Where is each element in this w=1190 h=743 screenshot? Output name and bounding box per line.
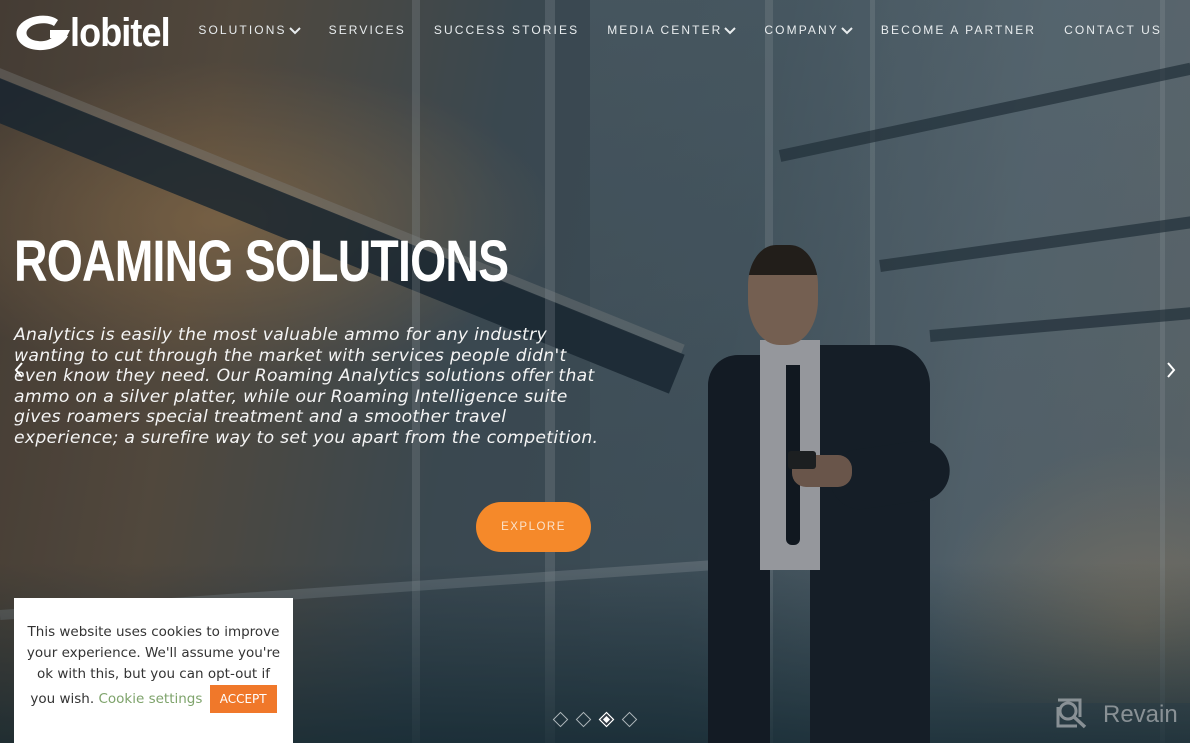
chevron-down-icon xyxy=(288,25,301,35)
slider-dot-3-active[interactable] xyxy=(598,711,615,728)
chevron-down-icon xyxy=(841,25,853,35)
chevron-left-icon xyxy=(12,362,26,384)
nav-item-media-center[interactable]: MEDIA CENTER xyxy=(607,23,737,37)
nav-label: SERVICES xyxy=(328,23,406,37)
nav-item-solutions[interactable]: SOLUTIONS xyxy=(198,23,301,37)
cookie-banner: This website uses cookies to improve you… xyxy=(14,598,293,743)
slider-prev-button[interactable] xyxy=(12,360,26,380)
nav-label: SOLUTIONS xyxy=(198,23,287,37)
logo-wordmark: lobitel xyxy=(70,11,171,55)
slider-dot-2[interactable] xyxy=(575,711,592,728)
slider-dot-4[interactable] xyxy=(621,711,638,728)
slide-title: ROAMING SOLUTIONS xyxy=(14,229,509,294)
slider-dot-1[interactable] xyxy=(552,711,569,728)
explore-button[interactable]: EXPLORE xyxy=(476,502,591,552)
slider-next-button[interactable] xyxy=(1164,360,1178,380)
chevron-right-icon xyxy=(1164,362,1178,384)
nav-item-company[interactable]: COMPANY xyxy=(764,23,853,37)
nav-label: COMPANY xyxy=(764,23,839,37)
nav-label: SUCCESS STORIES xyxy=(433,23,580,37)
globe-g-icon xyxy=(14,14,72,52)
nav-item-services[interactable]: SERVICES xyxy=(329,23,406,37)
revain-watermark: Revain xyxy=(1055,697,1178,733)
main-nav: SOLUTIONS SERVICES SUCCESS STORIES MEDIA… xyxy=(170,23,1162,37)
nav-item-success-stories[interactable]: SUCCESS STORIES xyxy=(434,23,579,37)
nav-label: MEDIA CENTER xyxy=(607,23,723,37)
revain-logo-icon xyxy=(1055,697,1089,733)
nav-item-become-a-partner[interactable]: BECOME A PARTNER xyxy=(881,23,1036,37)
slider-pagination xyxy=(552,711,647,728)
nav-label: BECOME A PARTNER xyxy=(880,23,1037,37)
nav-label: CONTACT US xyxy=(1064,23,1162,37)
nav-item-contact-us[interactable]: CONTACT US xyxy=(1064,23,1162,37)
chevron-down-icon xyxy=(724,25,737,35)
slide-description: Analytics is easily the most valuable am… xyxy=(14,325,599,448)
logo[interactable]: lobitel xyxy=(14,13,181,53)
cookie-settings-link[interactable]: Cookie settings xyxy=(98,691,202,707)
cookie-accept-button[interactable]: ACCEPT xyxy=(209,685,277,713)
revain-label: Revain xyxy=(1103,701,1178,728)
